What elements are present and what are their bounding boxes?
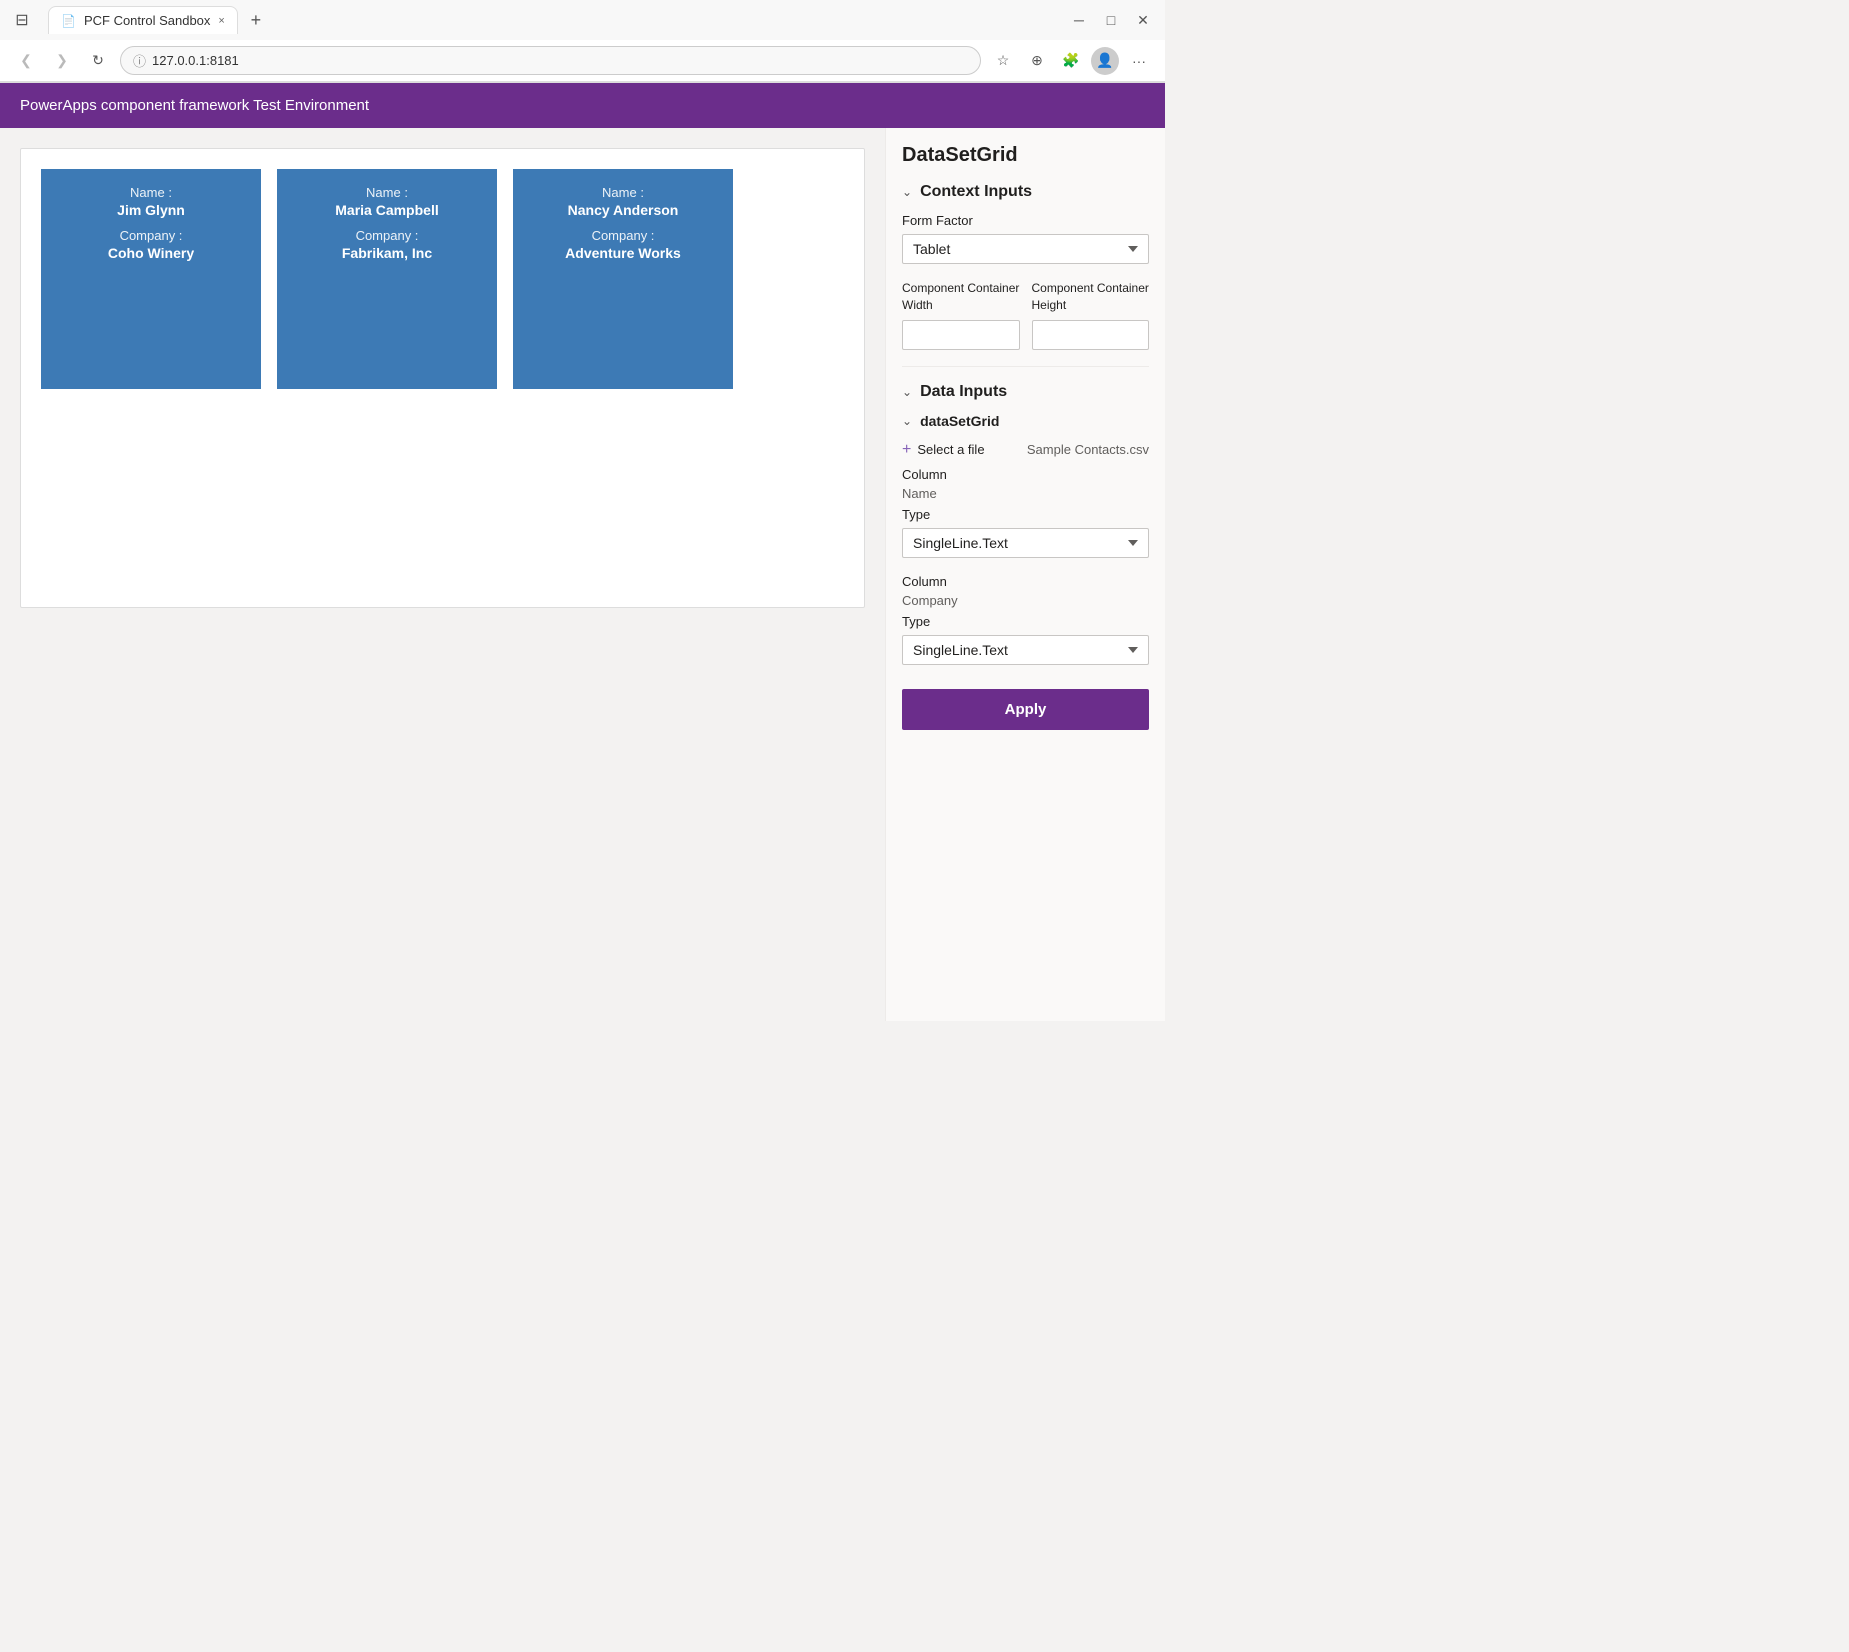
component-area: Name : Jim Glynn Company : Coho Winery N… (20, 148, 865, 608)
container-height-group: Component Container Height (1032, 280, 1150, 350)
card-3-company-value: Adventure Works (565, 245, 681, 261)
column-2-type-label: Type (902, 614, 1149, 629)
apply-button[interactable]: Apply (902, 689, 1149, 730)
refresh-btn[interactable]: ↻ (84, 47, 112, 75)
column-1-row: Column (902, 467, 1149, 482)
left-panel: Name : Jim Glynn Company : Coho Winery N… (0, 128, 885, 1021)
dataset-grid-chevron-icon: ⌄ (902, 414, 912, 428)
column-2-type-select[interactable]: SingleLine.Text Whole.None DateAndTime.D… (902, 635, 1149, 665)
card-2-company-value: Fabrikam, Inc (342, 245, 432, 261)
back-icon: ❮ (20, 52, 32, 69)
add-file-text: Select a file (917, 442, 984, 457)
form-factor-label: Form Factor (902, 213, 1149, 228)
back-btn[interactable]: ❮ (12, 47, 40, 75)
card-3[interactable]: Name : Nancy Anderson Company : Adventur… (513, 169, 733, 389)
info-icon: ⓘ (133, 51, 146, 70)
sidebar-icon: ⊟ (15, 10, 28, 30)
add-file-row[interactable]: + Select a file Sample Contacts.csv (902, 441, 1149, 459)
card-3-company-label: Company : (592, 228, 655, 243)
app-header-title: PowerApps component framework Test Envir… (20, 97, 369, 114)
favorites-star-btn[interactable]: ☆ (989, 47, 1017, 75)
file-name-text: Sample Contacts.csv (1027, 442, 1149, 457)
form-factor-field: Form Factor Phone Tablet Desktop (902, 213, 1149, 264)
form-factor-select[interactable]: Phone Tablet Desktop (902, 234, 1149, 264)
card-3-name-label: Name : (602, 185, 644, 200)
collections-btn[interactable]: ⊕ (1023, 47, 1051, 75)
column-2-label: Column (902, 574, 947, 589)
active-tab[interactable]: 📄 PCF Control Sandbox × (48, 6, 238, 34)
new-tab-btn[interactable]: + (242, 6, 270, 34)
card-2[interactable]: Name : Maria Campbell Company : Fabrikam… (277, 169, 497, 389)
address-text: 127.0.0.1:8181 (152, 53, 239, 68)
close-btn[interactable]: ✕ (1129, 6, 1157, 34)
container-inputs-row: Component Container Width Component Cont… (902, 280, 1149, 350)
maximize-btn[interactable]: □ (1097, 6, 1125, 34)
cards-container: Name : Jim Glynn Company : Coho Winery N… (41, 169, 844, 389)
container-height-label: Component Container Height (1032, 280, 1150, 314)
card-2-name-value: Maria Campbell (335, 202, 438, 218)
card-1-company-label: Company : (120, 228, 183, 243)
column-1-group: Column Name Type SingleLine.Text Whole.N… (902, 467, 1149, 558)
titlebar: ⊟ 📄 PCF Control Sandbox × + ─ □ ✕ (0, 0, 1165, 40)
minimize-btn[interactable]: ─ (1065, 6, 1093, 34)
card-2-name-label: Name : (366, 185, 408, 200)
data-inputs-chevron-icon: ⌄ (902, 385, 912, 399)
forward-icon: ❯ (56, 52, 68, 69)
column-2-row: Column (902, 574, 1149, 589)
main-layout: Name : Jim Glynn Company : Coho Winery N… (0, 128, 1165, 1021)
profile-btn[interactable]: 👤 (1091, 47, 1119, 75)
tab-bar: 📄 PCF Control Sandbox × + (40, 6, 278, 34)
container-width-input[interactable] (902, 320, 1020, 350)
container-width-label: Component Container Width (902, 280, 1020, 314)
app-header: PowerApps component framework Test Envir… (0, 83, 1165, 128)
card-1-name-label: Name : (130, 185, 172, 200)
dataset-grid-subsection-header[interactable]: ⌄ dataSetGrid (902, 413, 1149, 429)
add-icon: + (902, 441, 911, 459)
context-inputs-section-header[interactable]: ⌄ Context Inputs (902, 183, 1149, 201)
column-1-value: Name (902, 486, 1149, 501)
tab-close-btn[interactable]: × (218, 15, 224, 27)
data-inputs-title: Data Inputs (920, 383, 1007, 401)
card-1-company-value: Coho Winery (108, 245, 194, 261)
dataset-grid-subsection-title: dataSetGrid (920, 413, 999, 429)
column-1-type-label: Type (902, 507, 1149, 522)
browser-chrome: ⊟ 📄 PCF Control Sandbox × + ─ □ ✕ ❮ ❯ ↻ … (0, 0, 1165, 83)
column-1-label: Column (902, 467, 947, 482)
sidebar-toggle-btn[interactable]: ⊟ (8, 6, 36, 34)
data-inputs-section-header[interactable]: ⌄ Data Inputs (902, 383, 1149, 401)
card-1-name-value: Jim Glynn (117, 202, 185, 218)
tab-page-icon: 📄 (61, 14, 76, 28)
nav-actions: ☆ ⊕ 🧩 👤 ··· (989, 47, 1153, 75)
column-1-type-select[interactable]: SingleLine.Text Whole.None DateAndTime.D… (902, 528, 1149, 558)
column-2-value: Company (902, 593, 1149, 608)
right-panel: DataSetGrid ⌄ Context Inputs Form Factor… (885, 128, 1165, 1021)
column-2-group: Column Company Type SingleLine.Text Whol… (902, 574, 1149, 665)
data-inputs-section: ⌄ Data Inputs ⌄ dataSetGrid + Select a f… (902, 383, 1149, 665)
refresh-icon: ↻ (92, 52, 104, 69)
settings-more-btn[interactable]: ··· (1125, 47, 1153, 75)
card-3-name-value: Nancy Anderson (568, 202, 679, 218)
container-width-group: Component Container Width (902, 280, 1020, 350)
context-inputs-chevron-icon: ⌄ (902, 185, 912, 199)
section-divider (902, 366, 1149, 367)
tab-label: PCF Control Sandbox (84, 13, 210, 28)
container-height-input[interactable] (1032, 320, 1150, 350)
context-inputs-title: Context Inputs (920, 183, 1032, 201)
forward-btn[interactable]: ❯ (48, 47, 76, 75)
card-1[interactable]: Name : Jim Glynn Company : Coho Winery (41, 169, 261, 389)
nav-bar: ❮ ❯ ↻ ⓘ 127.0.0.1:8181 ☆ ⊕ 🧩 👤 ··· (0, 40, 1165, 82)
panel-title: DataSetGrid (902, 144, 1149, 167)
extensions-btn[interactable]: 🧩 (1057, 47, 1085, 75)
address-bar[interactable]: ⓘ 127.0.0.1:8181 (120, 46, 981, 75)
card-2-company-label: Company : (356, 228, 419, 243)
